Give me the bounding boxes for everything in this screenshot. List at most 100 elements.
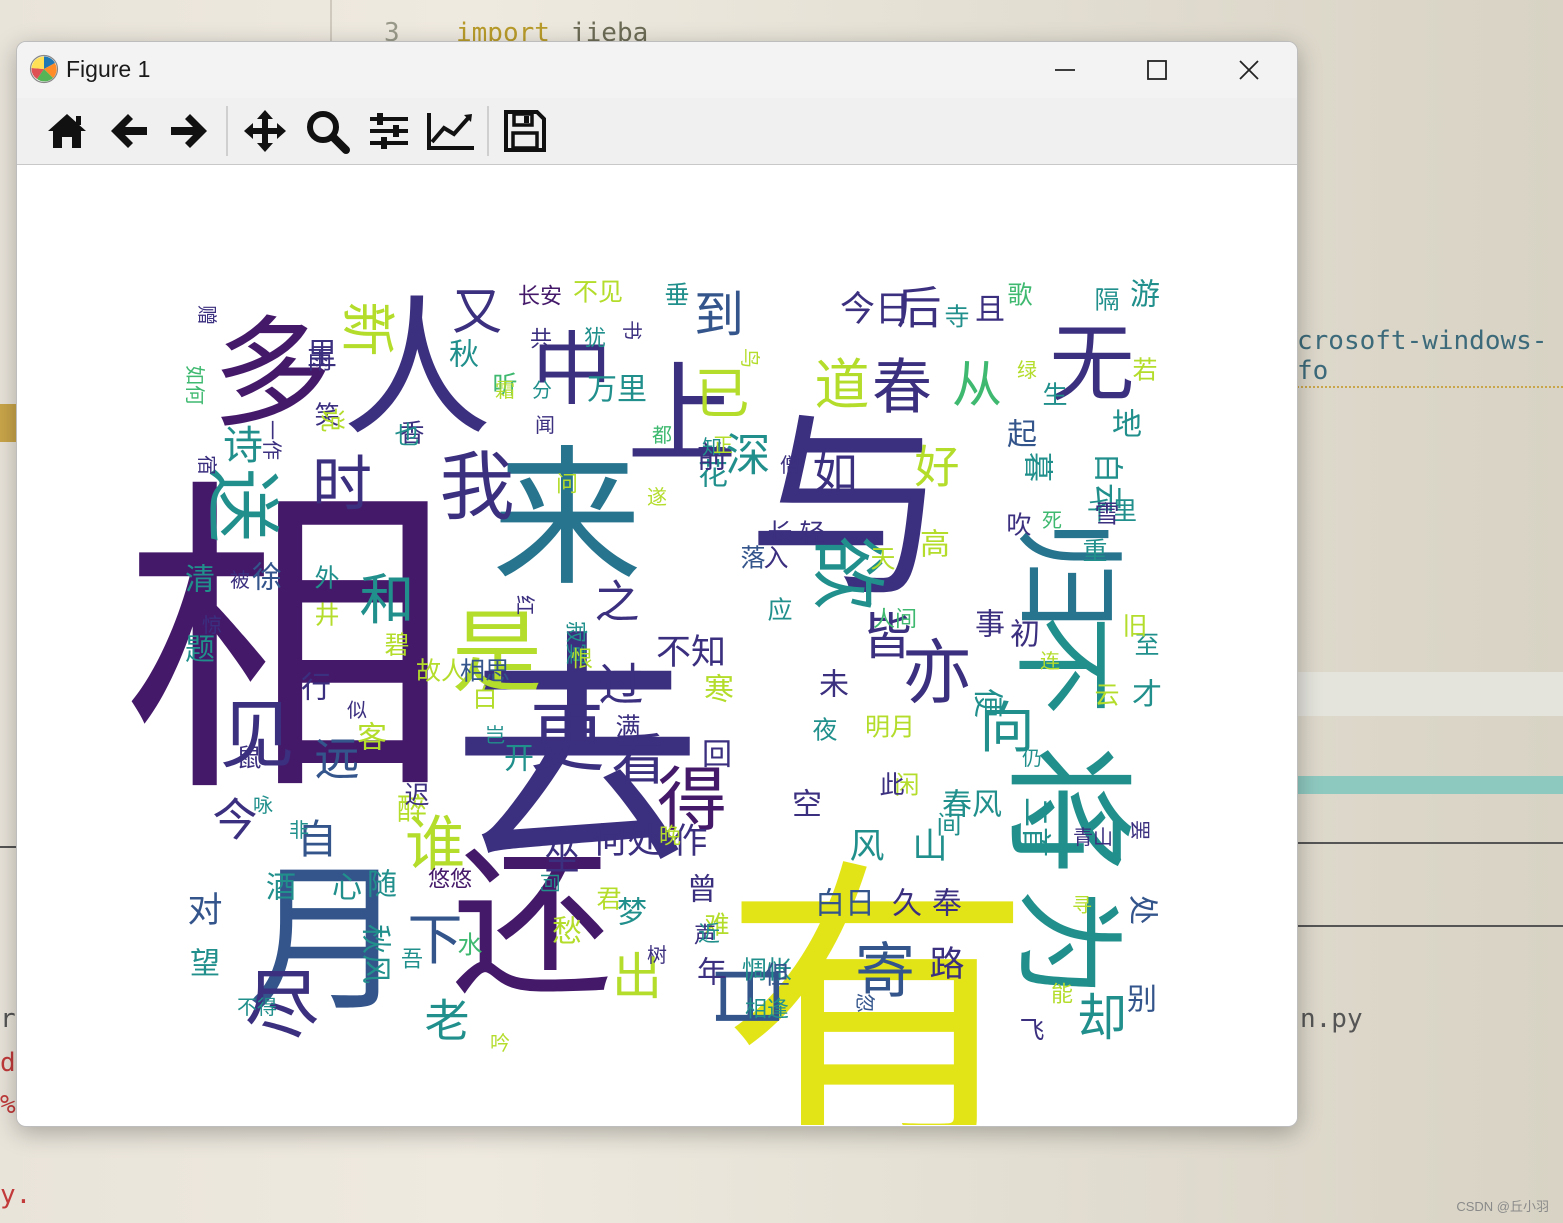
editor-divider-right <box>1297 842 1563 844</box>
wordcloud-word: 长安 <box>518 285 562 310</box>
wordcloud-word: 间 <box>936 811 961 840</box>
wordcloud-word: 满 <box>615 713 640 742</box>
wordcloud-word: 重 <box>1082 537 1107 566</box>
zoom-button[interactable] <box>301 106 353 156</box>
editor-highlight-bar <box>1297 776 1563 794</box>
wordcloud-word: 迟 <box>404 781 429 810</box>
wordcloud-word: 连 <box>1040 649 1060 673</box>
wordcloud-word: 吹 <box>1006 511 1031 540</box>
wordcloud-word: 井 <box>314 601 339 630</box>
wordcloud-word: 如 <box>812 447 857 500</box>
wordcloud-word: 云 <box>1094 681 1119 710</box>
wordcloud-word: 共 <box>530 328 552 353</box>
editor-divider-right-2 <box>1297 925 1563 927</box>
wordcloud-word: 隔 <box>1094 286 1119 315</box>
edit-curve-icon <box>427 113 474 150</box>
wordcloud-word: 霜 <box>495 378 515 402</box>
wordcloud-word: 歌 <box>1007 281 1032 310</box>
subplots-button[interactable] <box>363 106 415 156</box>
wordcloud-word: 寻 <box>1072 893 1092 917</box>
wordcloud-word: 明月 <box>865 713 915 742</box>
wordcloud-word: 愁 <box>552 915 582 950</box>
wordcloud-word: 雨 <box>307 346 332 375</box>
wordcloud-word: 能 <box>1051 983 1073 1008</box>
wordcloud-word: 行 <box>301 671 331 706</box>
wordcloud-word: 不知 <box>656 633 726 673</box>
wordcloud-word: 青山 <box>1073 825 1113 849</box>
subplots-icon <box>370 113 408 149</box>
wordcloud-word: 和 <box>359 568 414 632</box>
wordcloud-word: 开 <box>504 742 534 777</box>
wordcloud-word: 碧 <box>384 631 409 660</box>
wordcloud-word: 应 <box>767 596 792 625</box>
home-icon <box>48 114 86 148</box>
close-button[interactable] <box>1203 42 1295 98</box>
wordcloud-word: 赠 <box>195 305 219 325</box>
wordcloud-word: 白 <box>472 684 497 713</box>
wordcloud-word: 题 <box>185 633 215 668</box>
wordcloud-word: 旧 <box>1122 612 1147 641</box>
wordcloud-word: 近 <box>698 923 720 948</box>
home-button[interactable] <box>41 106 93 156</box>
wordcloud-word: 晚 <box>659 825 681 850</box>
wordcloud-word: 都 <box>652 423 672 447</box>
wordcloud-word: 恨 <box>571 648 593 673</box>
wordcloud-word: 天 <box>870 545 895 574</box>
wordcloud-word: 垂 <box>664 281 689 310</box>
back-arrow-icon <box>111 114 147 148</box>
pan-button[interactable] <box>239 106 291 156</box>
wordcloud-word: 且 <box>975 293 1005 328</box>
wordcloud-word: 高 <box>920 528 950 563</box>
wordcloud-word: 红 <box>513 595 537 615</box>
wordcloud-word: 却 <box>1077 989 1127 1047</box>
wordcloud-word: 悠悠 <box>428 868 472 893</box>
wordcloud-word: 寒 <box>704 673 734 708</box>
wordcloud-word: 一作 <box>260 420 284 460</box>
wordcloud-word: 老 <box>424 995 469 1048</box>
wordcloud-word: 好 <box>914 441 959 494</box>
wordcloud-word: 久 <box>892 887 922 922</box>
edit-curve-button[interactable] <box>425 106 477 156</box>
figure-canvas[interactable]: 相有去与还月人来将为归不多上中无是我时见送更得尽欲已新又春道从亦皆寄日谁下看和出… <box>17 165 1297 1125</box>
wordcloud-word: 道 <box>814 353 869 417</box>
wordcloud-word: 正 <box>713 433 733 457</box>
wordcloud-word: 被 <box>230 568 250 592</box>
wordcloud-word: 暮 <box>1020 452 1055 482</box>
wordcloud-word: 问 <box>556 473 578 498</box>
forward-arrow-icon <box>171 114 207 148</box>
wordcloud-word: 此 <box>879 771 904 800</box>
wordcloud-word: 相思 <box>460 657 510 686</box>
wordcloud-word: 回 <box>702 738 732 773</box>
editor-left-fragment-2: d <box>0 1048 16 1078</box>
back-button[interactable] <box>103 106 155 156</box>
forward-button[interactable] <box>163 106 215 156</box>
wordcloud-word: 不见 <box>573 278 623 307</box>
figure-window: Figure 1 相 有 去 与 还 月 人 来 将 为 归 不 多 上 中 无… <box>16 41 1298 1127</box>
wordcloud-word: 非 <box>289 818 309 842</box>
wordcloud-word: 若 <box>1132 356 1157 385</box>
save-button[interactable] <box>499 106 551 156</box>
wordcloud-word: 曾 <box>687 873 717 908</box>
wordcloud-word: 同 <box>538 873 562 893</box>
wordcloud-word: 故人 <box>416 657 466 686</box>
wordcloud-word: 寺 <box>944 303 969 332</box>
title-bar[interactable]: Figure 1 <box>17 42 1297 98</box>
maximize-icon <box>1147 60 1167 80</box>
wordcloud-word: 何处 <box>592 822 662 862</box>
wordcloud-word: 今日 <box>840 290 910 330</box>
maximize-button[interactable] <box>1111 42 1203 98</box>
wordcloud-word: 亦 <box>902 632 972 714</box>
wordcloud-word: 游 <box>1130 278 1160 313</box>
wordcloud-word: 随 <box>367 868 397 903</box>
minimize-button[interactable] <box>1019 42 1111 98</box>
matplotlib-logo-icon <box>29 54 59 84</box>
wordcloud-word: 分 <box>532 378 552 402</box>
wordcloud-word: 如何 <box>183 365 207 405</box>
wordcloud-word: 送 <box>198 467 286 542</box>
wordcloud-word: 时 <box>312 450 372 520</box>
wordcloud-word: 酒 <box>266 871 296 906</box>
toolbar-separator <box>487 106 489 156</box>
wordcloud-word: 地 <box>1112 408 1142 443</box>
wordcloud-word: 之 <box>594 576 639 629</box>
wordcloud-word: 万里 <box>587 373 647 408</box>
